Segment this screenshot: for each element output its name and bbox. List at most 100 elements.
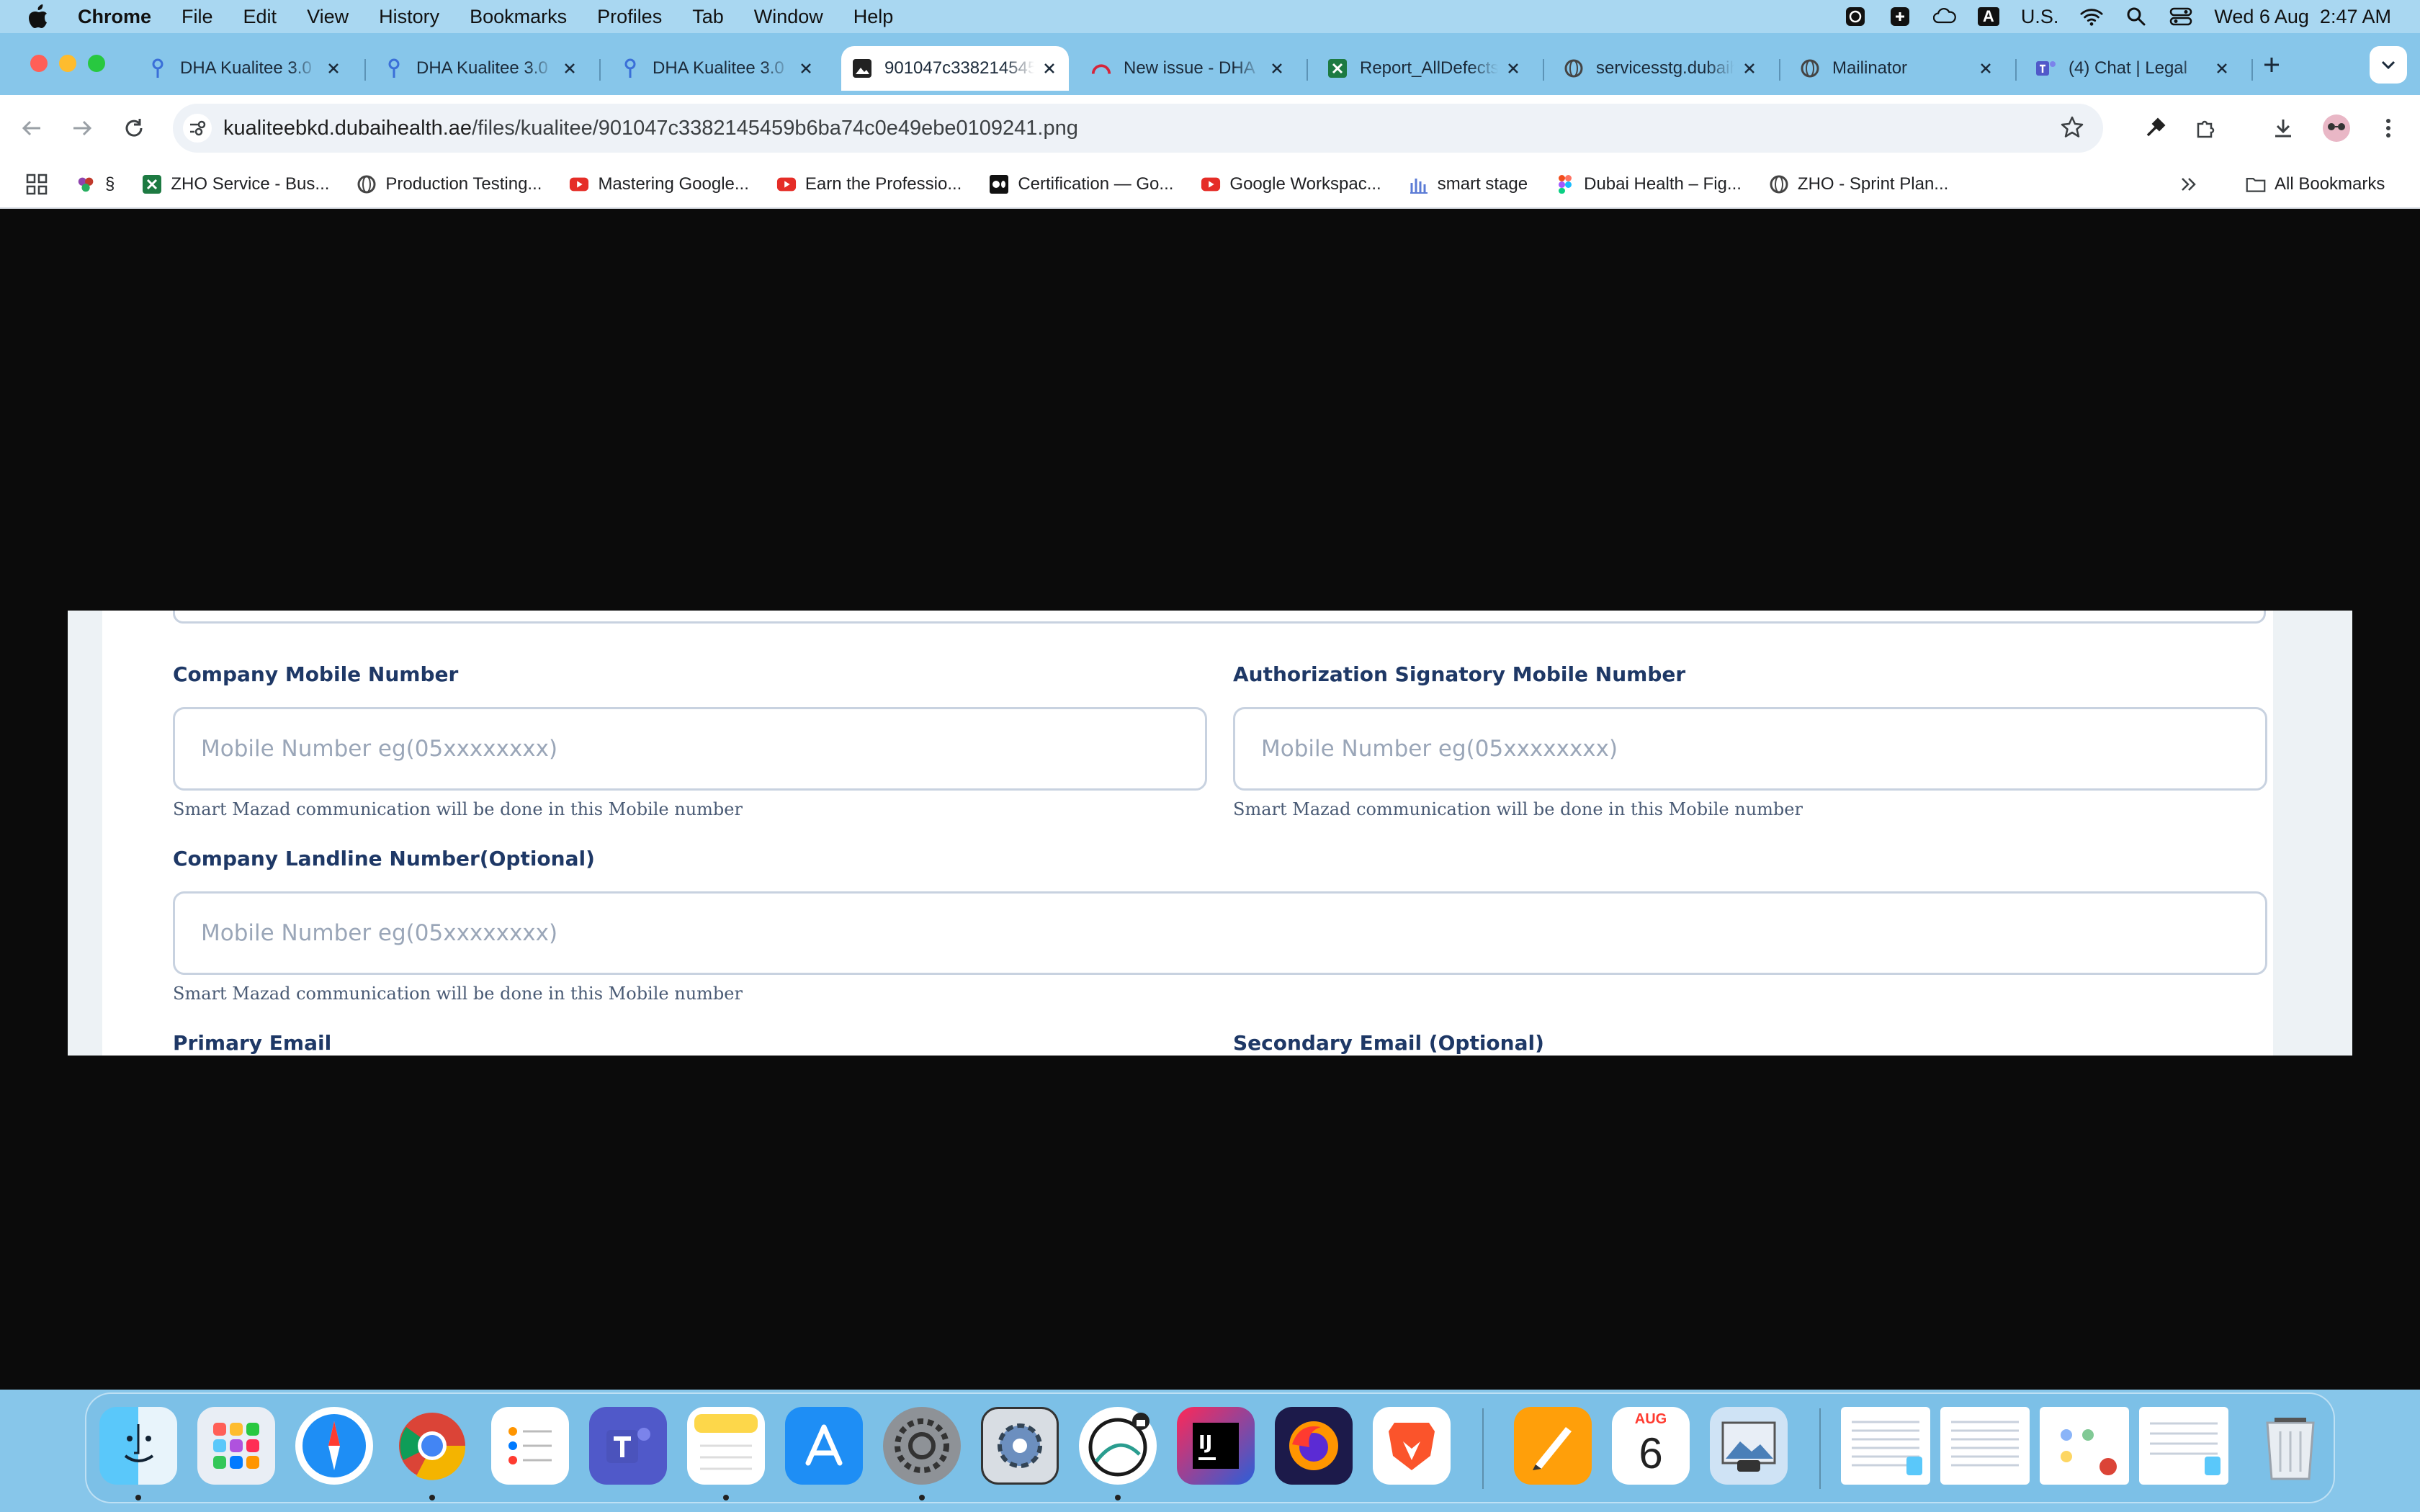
bookmark-item[interactable]: ZHO Service - Bus... bbox=[142, 174, 329, 194]
company-mobile-input[interactable] bbox=[173, 707, 1207, 791]
brave-icon[interactable] bbox=[1373, 1407, 1451, 1485]
close-icon[interactable] bbox=[1268, 59, 1286, 78]
reminders-icon[interactable] bbox=[491, 1407, 569, 1485]
globe-icon bbox=[1563, 58, 1585, 79]
notes-icon[interactable] bbox=[687, 1407, 765, 1485]
system-settings-icon[interactable] bbox=[883, 1407, 961, 1485]
pages-icon[interactable] bbox=[1514, 1407, 1592, 1485]
menu-app-chrome[interactable]: Chrome bbox=[78, 6, 151, 28]
back-button[interactable] bbox=[13, 109, 50, 147]
firefox-icon[interactable] bbox=[1275, 1407, 1353, 1485]
image-file-icon bbox=[851, 58, 873, 79]
close-icon[interactable] bbox=[1504, 59, 1523, 78]
input-source-label[interactable]: U.S. bbox=[2021, 6, 2059, 28]
forward-button[interactable] bbox=[63, 109, 101, 147]
bookmark-item[interactable]: Mastering Google... bbox=[569, 174, 749, 194]
close-icon[interactable] bbox=[2213, 59, 2231, 78]
menu-window[interactable]: Window bbox=[754, 6, 823, 28]
preview-icon[interactable] bbox=[1710, 1407, 1788, 1485]
close-icon[interactable] bbox=[1740, 59, 1759, 78]
bookmark-item[interactable]: Google Workspac... bbox=[1201, 174, 1381, 194]
auth-mobile-input[interactable] bbox=[1233, 707, 2267, 791]
bookmark-item[interactable]: Dubai Health – Fig... bbox=[1555, 174, 1742, 194]
menu-profiles[interactable]: Profiles bbox=[597, 6, 662, 28]
menu-history[interactable]: History bbox=[379, 6, 439, 28]
control-center-icon[interactable] bbox=[2169, 5, 2192, 28]
launchpad-icon[interactable] bbox=[197, 1407, 275, 1485]
company-landline-hint: Smart Mazad communication will be done i… bbox=[173, 984, 743, 1004]
recent-window-thumbnail[interactable] bbox=[1841, 1407, 1930, 1485]
tab-dha-kualitee-2[interactable]: DHA Kualitee 3.0 bbox=[373, 46, 589, 91]
new-tab-button[interactable] bbox=[2253, 46, 2290, 84]
window-close-button[interactable] bbox=[30, 55, 48, 72]
extensions-puzzle-icon[interactable] bbox=[2187, 109, 2224, 147]
menu-tab[interactable]: Tab bbox=[692, 6, 724, 28]
spotlight-search-icon[interactable] bbox=[2125, 5, 2148, 28]
recent-window-thumbnail[interactable] bbox=[2040, 1407, 2129, 1485]
recent-window-thumbnail[interactable] bbox=[2139, 1407, 2228, 1485]
menu-edit[interactable]: Edit bbox=[243, 6, 277, 28]
tab-search-button[interactable] bbox=[2370, 46, 2407, 84]
tab-report-all-defects[interactable]: Report_AllDefects bbox=[1317, 46, 1533, 91]
openai-status-icon[interactable] bbox=[1844, 5, 1867, 28]
vpn-client-icon[interactable] bbox=[1079, 1407, 1157, 1485]
tab-teams-chat[interactable]: (4) Chat | Legal bbox=[2025, 46, 2241, 91]
reload-button[interactable] bbox=[115, 109, 153, 147]
bookmark-item[interactable]: Earn the Professio... bbox=[776, 174, 962, 194]
tab-dha-kualitee-3[interactable]: DHA Kualitee 3.0 bbox=[609, 46, 825, 91]
tab-dha-kualitee-1[interactable]: DHA Kualitee 3.0 bbox=[137, 46, 353, 91]
close-icon[interactable] bbox=[1976, 59, 1995, 78]
address-bar[interactable]: kualiteebkd.dubaihealth.ae/files/kualite… bbox=[173, 104, 2103, 153]
menu-file[interactable]: File bbox=[182, 6, 213, 28]
eyedropper-extension-icon[interactable] bbox=[2136, 109, 2174, 147]
profile-avatar-icon[interactable] bbox=[2318, 109, 2355, 147]
close-icon[interactable] bbox=[560, 59, 579, 78]
app-store-icon[interactable] bbox=[785, 1407, 863, 1485]
bookmark-item[interactable]: smart stage bbox=[1409, 174, 1528, 194]
bookmarks-overflow-icon[interactable] bbox=[2178, 174, 2200, 199]
safari-icon[interactable] bbox=[295, 1407, 373, 1485]
bookmark-item[interactable]: Production Testing... bbox=[357, 174, 542, 194]
vpn-status-icon[interactable] bbox=[1888, 5, 1912, 28]
gear-utility-icon[interactable] bbox=[981, 1407, 1059, 1485]
creative-cloud-icon[interactable] bbox=[1932, 5, 1956, 28]
menu-view[interactable]: View bbox=[307, 6, 349, 28]
bookmark-item[interactable]: ZHO - Sprint Plan... bbox=[1769, 174, 1948, 194]
apps-grid-icon[interactable] bbox=[26, 174, 48, 195]
input-source-badge[interactable]: A bbox=[1977, 7, 1999, 26]
menu-bookmarks[interactable]: Bookmarks bbox=[470, 6, 567, 28]
window-minimize-button[interactable] bbox=[59, 55, 76, 72]
downloads-icon[interactable] bbox=[2264, 109, 2302, 147]
close-icon[interactable] bbox=[324, 59, 343, 78]
recent-window-thumbnail[interactable] bbox=[1940, 1407, 2030, 1485]
tab-mailinator[interactable]: Mailinator bbox=[1789, 46, 2005, 91]
apple-icon[interactable] bbox=[27, 4, 49, 29]
bookmark-label: smart stage bbox=[1437, 174, 1528, 194]
site-settings-icon[interactable] bbox=[183, 114, 212, 143]
bookmark-item[interactable]: Certification — Go... bbox=[989, 174, 1173, 194]
bookmark-star-icon[interactable] bbox=[2060, 115, 2084, 143]
menu-help[interactable]: Help bbox=[853, 6, 894, 28]
finder-icon[interactable] bbox=[99, 1407, 177, 1485]
tab-strip: DHA Kualitee 3.0 DHA Kualitee 3.0 DHA Ku… bbox=[0, 33, 2420, 95]
menubar-clock[interactable]: Wed 6 Aug 2:47 AM bbox=[2214, 6, 2391, 28]
calendar-icon[interactable]: AUG 6 bbox=[1612, 1407, 1690, 1485]
bookmark-item[interactable]: § bbox=[76, 174, 115, 194]
tab-servicesstg[interactable]: servicesstg.dubaihealth.ae bbox=[1553, 46, 1769, 91]
tab-new-issue[interactable]: New issue - DHA bbox=[1080, 46, 1296, 91]
intellij-idea-icon[interactable]: IJ bbox=[1177, 1407, 1255, 1485]
browser-toolbar: kualiteebkd.dubaihealth.ae/files/kualite… bbox=[0, 95, 2420, 161]
tab-image-file-active[interactable]: 901047c3382145459b6ba74c0e49ebe0109241.p… bbox=[841, 46, 1069, 91]
chrome-icon[interactable] bbox=[393, 1407, 471, 1485]
wifi-icon[interactable] bbox=[2080, 5, 2103, 28]
close-icon[interactable] bbox=[797, 59, 815, 78]
url-text[interactable]: kualiteebkd.dubaihealth.ae/files/kualite… bbox=[223, 117, 1078, 140]
chrome-menu-icon[interactable] bbox=[2370, 109, 2407, 147]
teams-icon[interactable] bbox=[589, 1407, 667, 1485]
close-icon[interactable] bbox=[1040, 59, 1059, 78]
window-zoom-button[interactable] bbox=[88, 55, 105, 72]
company-landline-input[interactable] bbox=[173, 891, 2267, 975]
trash-icon[interactable] bbox=[2251, 1407, 2329, 1485]
all-bookmarks-button[interactable]: All Bookmarks bbox=[2246, 174, 2385, 194]
macos-dock: IJ AUG 6 bbox=[85, 1392, 2335, 1503]
